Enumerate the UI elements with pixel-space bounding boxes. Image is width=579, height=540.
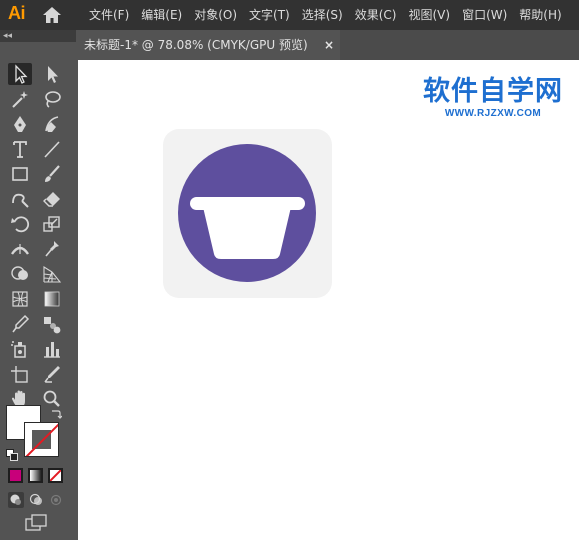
watermark-url: WWW.RJZXW.COM — [444, 108, 542, 119]
direct-selection-tool[interactable] — [40, 63, 64, 85]
draw-behind-icon[interactable] — [28, 492, 44, 508]
watermark: 软件自学网 WWW.RJZXW.COM — [418, 76, 568, 120]
draw-normal-icon[interactable] — [8, 492, 24, 508]
mesh-tool[interactable] — [8, 288, 32, 310]
type-tool[interactable] — [8, 138, 32, 160]
collapse-panel-icon[interactable]: ◂◂ — [3, 30, 12, 42]
panel-header: ◂◂ — [0, 30, 76, 42]
lasso-tool[interactable] — [40, 88, 64, 110]
document-tab[interactable]: 未标题-1* @ 78.08% (CMYK/GPU 预览) × — [76, 30, 340, 60]
perspective-grid-tool[interactable] — [40, 263, 64, 285]
menu-select[interactable]: 选择(S) — [302, 0, 343, 30]
width-tool[interactable] — [8, 238, 32, 260]
puppet-warp-tool[interactable] — [40, 238, 64, 260]
menu-view[interactable]: 视图(V) — [408, 0, 450, 30]
none-mode-button[interactable] — [48, 468, 63, 483]
gradient-tool[interactable] — [40, 288, 64, 310]
close-icon[interactable]: × — [324, 30, 334, 60]
stroke-swatch[interactable] — [24, 422, 59, 457]
eraser-tool[interactable] — [40, 188, 64, 210]
rotate-tool[interactable] — [8, 213, 32, 235]
menu-bar: Ai 文件(F) 编辑(E) 对象(O) 文字(T) 选择(S) 效果(C) 视… — [0, 0, 579, 30]
color-mode-button[interactable] — [8, 468, 23, 483]
swap-fill-stroke-icon[interactable] — [50, 405, 63, 419]
pen-tool[interactable] — [8, 113, 32, 135]
document-tab-bar: 未标题-1* @ 78.08% (CMYK/GPU 预览) × — [76, 30, 579, 60]
menu-type[interactable]: 文字(T) — [249, 0, 290, 30]
eyedropper-tool[interactable] — [8, 313, 32, 335]
app-logo: Ai — [8, 3, 26, 23]
rectangle-tool[interactable] — [8, 163, 32, 185]
scale-tool[interactable] — [40, 213, 64, 235]
menu-help[interactable]: 帮助(H) — [519, 0, 561, 30]
bowl-artwork[interactable] — [163, 129, 332, 298]
shape-builder-tool[interactable] — [8, 263, 32, 285]
bowl-body — [203, 207, 291, 259]
menu-object[interactable]: 对象(O) — [194, 0, 237, 30]
document-tab-title[interactable]: 未标题-1* @ 78.08% (CMYK/GPU 预览) — [84, 30, 308, 60]
shaper-tool[interactable] — [8, 188, 32, 210]
paintbrush-tool[interactable] — [40, 163, 64, 185]
menu-window[interactable]: 窗口(W) — [462, 0, 507, 30]
menu-edit[interactable]: 编辑(E) — [141, 0, 182, 30]
menu-items: 文件(F) 编辑(E) 对象(O) 文字(T) 选择(S) 效果(C) 视图(V… — [80, 0, 565, 30]
symbol-sprayer-tool[interactable] — [8, 338, 32, 360]
draw-inside-icon[interactable] — [48, 492, 64, 508]
curvature-tool[interactable] — [40, 113, 64, 135]
artboard-tool[interactable] — [8, 363, 32, 385]
menu-effect[interactable]: 效果(C) — [355, 0, 397, 30]
line-segment-tool[interactable] — [40, 138, 64, 160]
default-colors-icon[interactable] — [6, 446, 18, 461]
screen-mode-icon[interactable] — [24, 514, 48, 532]
home-icon[interactable] — [41, 5, 63, 25]
tools-panel: ◂◂ — [0, 30, 76, 540]
column-graph-tool[interactable] — [40, 338, 64, 360]
blend-tool[interactable] — [40, 313, 64, 335]
slice-tool[interactable] — [40, 363, 64, 385]
gradient-mode-button[interactable] — [28, 468, 43, 483]
selection-tool[interactable] — [8, 63, 32, 85]
artboard-canvas[interactable]: 软件自学网 WWW.RJZXW.COM — [78, 60, 579, 540]
watermark-title: 软件自学网 — [423, 76, 563, 107]
magic-wand-tool[interactable] — [8, 88, 32, 110]
menu-file[interactable]: 文件(F) — [89, 0, 129, 30]
